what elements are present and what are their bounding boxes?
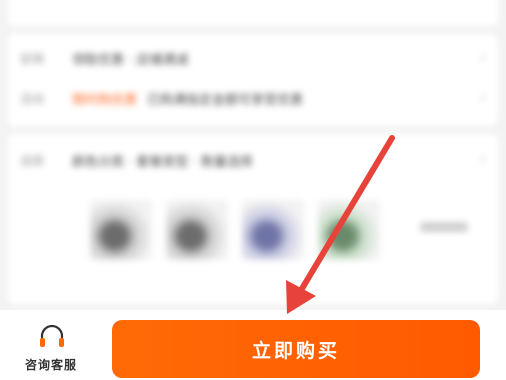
promo-row-text: 领取优惠 · 店铺满减 (72, 52, 189, 68)
promo-row-label: 促销 (20, 51, 45, 66)
spec-row-text: 颜色分类 · 套餐类型 · 数量选择 (72, 154, 253, 170)
blurred-product-info: 促销 领取优惠 · 店铺满减 › 活动 限时购优惠 已购满指定金额可享受优惠 ›… (0, 0, 506, 310)
scooter-thumbnail[interactable] (318, 200, 380, 260)
promo-tag: 限时购优惠 (72, 92, 138, 108)
spec-select-row[interactable]: 选择 颜色分类 · 套餐类型 · 数量选择 › (20, 150, 486, 170)
chevron-right-icon: › (480, 90, 486, 106)
promo-row-text: 已购满指定金额可享受优惠 (147, 92, 304, 108)
buy-now-button[interactable]: 立即购买 (112, 320, 480, 378)
chevron-right-icon: › (480, 50, 486, 66)
spec-thumbnails (90, 200, 380, 260)
promo-row-label: 活动 (20, 91, 45, 106)
customer-service-label: 咨询客服 (24, 358, 77, 372)
scooter-thumbnail[interactable] (90, 200, 152, 260)
promo-row-activity[interactable]: 活动 限时购优惠 已购满指定金额可享受优惠 › (20, 88, 486, 108)
top-card (8, 0, 498, 26)
customer-service-button[interactable]: 咨询客服 (18, 324, 84, 374)
scooter-thumbnail[interactable] (242, 200, 304, 260)
promo-row-coupon[interactable]: 促销 领取优惠 · 店铺满减 › (20, 48, 486, 68)
spec-row-label: 选择 (20, 153, 45, 168)
product-detail-page: 促销 领取优惠 · 店铺满减 › 活动 限时购优惠 已购满指定金额可享受优惠 ›… (0, 0, 506, 380)
more-options-indicator[interactable] (420, 222, 468, 232)
headset-icon (40, 324, 64, 347)
chevron-right-icon: › (480, 152, 486, 168)
scooter-thumbnail[interactable] (166, 200, 228, 260)
